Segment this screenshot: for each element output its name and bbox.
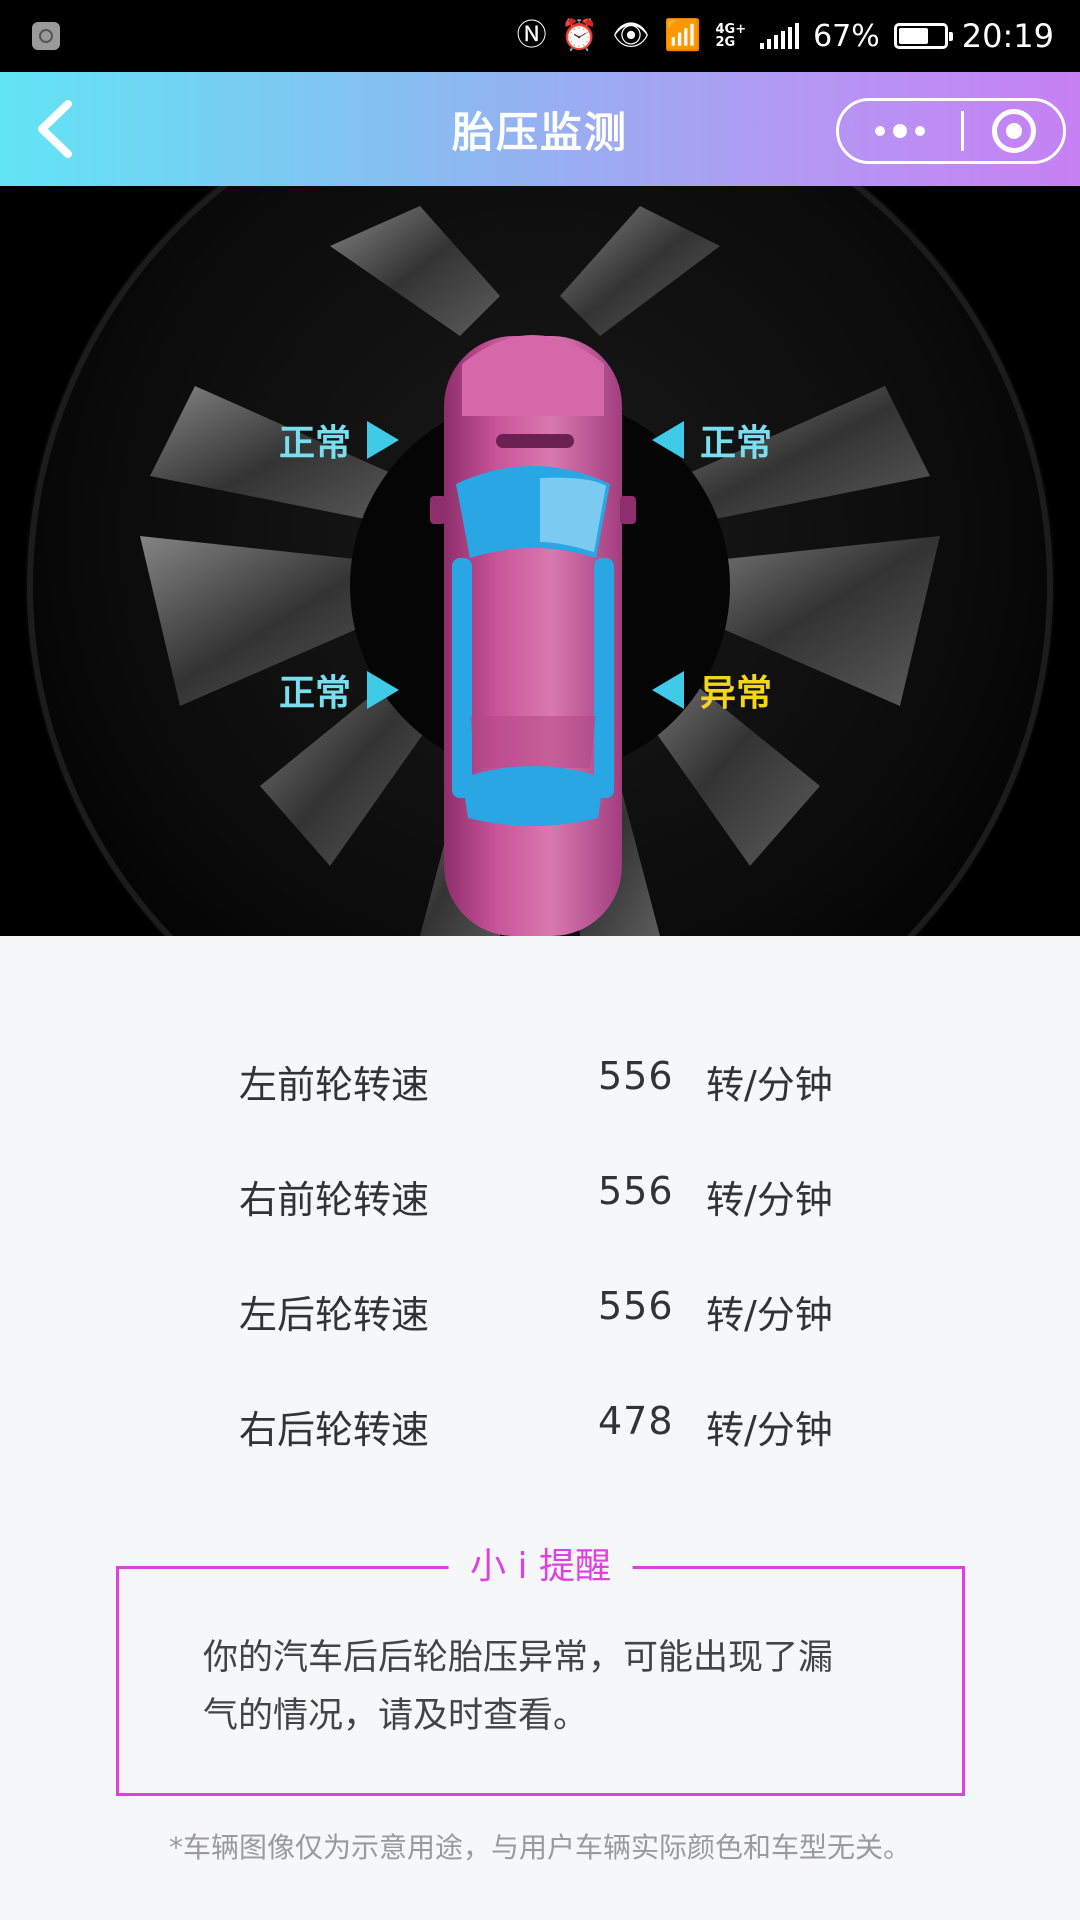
wheel-illustration bbox=[25, 186, 1055, 936]
battery-percent: 67% bbox=[813, 18, 880, 54]
wifi-icon: 📶 bbox=[664, 18, 702, 53]
tire-rear-left-status: 正常 bbox=[279, 673, 352, 714]
speed-row-rear-right: 右后轮转速 478 转/分钟 bbox=[0, 1399, 1080, 1459]
tire-front-right: 正常 bbox=[652, 414, 772, 466]
status-bar: Ⓝ ⏰ 👁 📶 4G+ 2G 67% 20:19 bbox=[0, 0, 1080, 72]
reminder-text: 你的汽车后后轮胎压异常，可能出现了漏 气的情况，请及时查看。 bbox=[203, 1629, 903, 1745]
car-illustration bbox=[430, 335, 636, 936]
tire-front-left: 正常 bbox=[279, 414, 400, 466]
tire-front-left-status: 正常 bbox=[279, 423, 352, 464]
speed-unit: 转/分钟 bbox=[706, 1293, 833, 1337]
speed-unit: 转/分钟 bbox=[706, 1408, 833, 1452]
tire-status-hero: 正常 正常 正常 异常 bbox=[0, 186, 1080, 936]
close-mini-program-button[interactable] bbox=[964, 101, 1063, 161]
speed-value: 556 bbox=[598, 1284, 674, 1328]
chevron-left-icon bbox=[38, 100, 72, 158]
reminder-line-2: 气的情况，请及时查看。 bbox=[203, 1696, 589, 1736]
clock: 20:19 bbox=[961, 17, 1054, 55]
tire-rear-right: 异常 bbox=[652, 664, 772, 716]
speed-value: 478 bbox=[598, 1399, 674, 1443]
speed-name: 左后轮转速 bbox=[239, 1293, 430, 1337]
speed-value: 556 bbox=[598, 1169, 674, 1213]
speed-name: 左前轮转速 bbox=[239, 1063, 430, 1107]
network-type: 4G+ 2G bbox=[715, 22, 747, 50]
speed-row-rear-left: 左后轮转速 556 转/分钟 bbox=[0, 1284, 1080, 1344]
alarm-icon: ⏰ bbox=[560, 18, 599, 53]
more-dots-icon bbox=[875, 126, 885, 136]
battery-icon bbox=[893, 23, 953, 49]
tire-rear-left: 正常 bbox=[279, 664, 400, 716]
arrow-left-icon bbox=[652, 671, 684, 709]
signal-icon bbox=[760, 23, 800, 49]
reminder-title: 小 i 提醒 bbox=[448, 1545, 633, 1589]
arrow-right-icon bbox=[367, 671, 400, 709]
page-title: 胎压监测 bbox=[451, 107, 628, 157]
speed-row-front-right: 右前轮转速 556 转/分钟 bbox=[0, 1169, 1080, 1229]
more-button[interactable] bbox=[839, 101, 961, 161]
mini-program-capsule bbox=[836, 98, 1066, 164]
app-notification-icon bbox=[32, 22, 60, 50]
arrow-right-icon bbox=[367, 421, 400, 459]
tire-front-right-status: 正常 bbox=[700, 423, 773, 464]
speed-row-front-left: 左前轮转速 556 转/分钟 bbox=[0, 1054, 1080, 1114]
nav-header: 胎压监测 bbox=[0, 72, 1080, 186]
target-ring-icon bbox=[991, 109, 1036, 153]
reminder-box: 小 i 提醒 你的汽车后后轮胎压异常，可能出现了漏 气的情况，请及时查看。 bbox=[116, 1545, 965, 1796]
arrow-left-icon bbox=[652, 421, 684, 459]
reminder-line-1: 你的汽车后后轮胎压异常，可能出现了漏 bbox=[203, 1638, 834, 1678]
tire-rear-right-status: 异常 bbox=[700, 673, 773, 714]
eye-comfort-icon: 👁 bbox=[612, 18, 651, 53]
speed-value: 556 bbox=[598, 1054, 674, 1098]
disclaimer: *车辆图像仅为示意用途，与用户车辆实际颜色和车型无关。 bbox=[168, 1831, 911, 1864]
speed-name: 右后轮转速 bbox=[239, 1408, 430, 1452]
speed-name: 右前轮转速 bbox=[239, 1178, 430, 1222]
speed-unit: 转/分钟 bbox=[706, 1178, 833, 1222]
nfc-icon: Ⓝ bbox=[516, 18, 547, 53]
back-button[interactable] bbox=[22, 96, 86, 162]
speed-unit: 转/分钟 bbox=[706, 1063, 833, 1107]
